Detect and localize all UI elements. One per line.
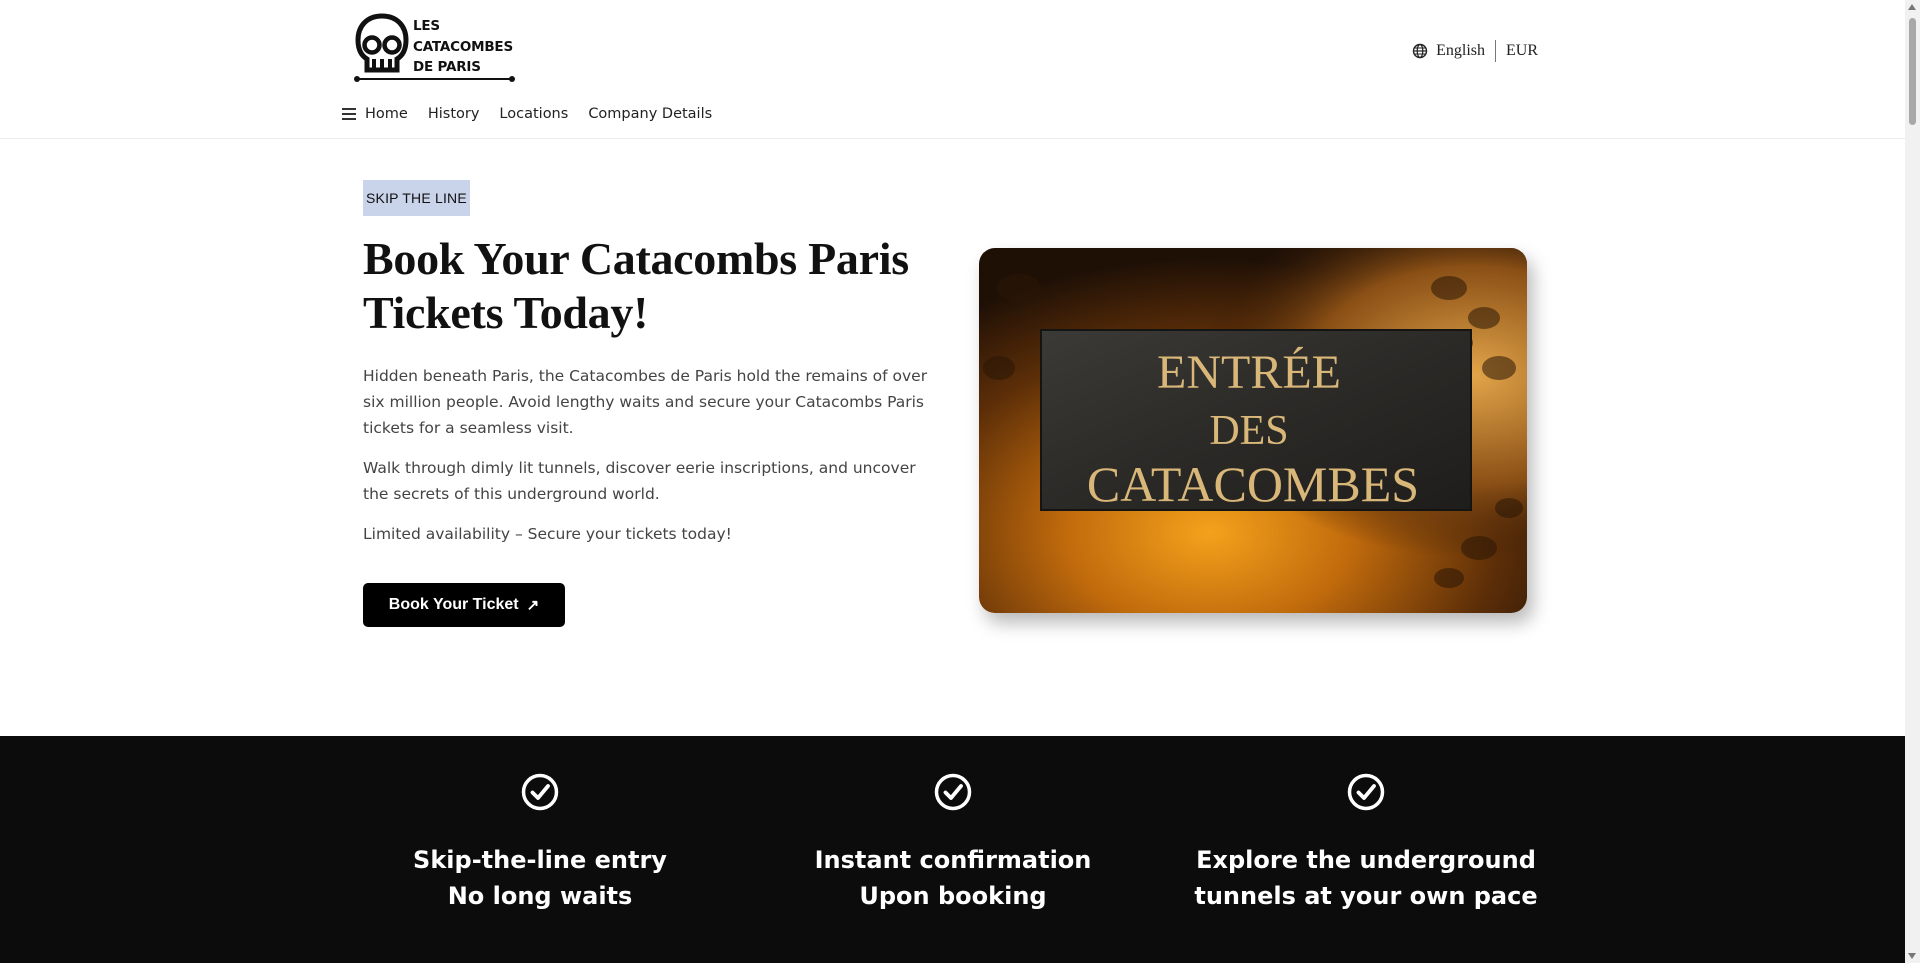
hero-title: Book Your Catacombs Paris Tickets Today!	[363, 233, 909, 338]
logo-line: DE PARIS	[413, 59, 481, 75]
feature-item: Instant confirmation Upon booking	[753, 772, 1153, 914]
locale-switcher: English EUR	[1412, 40, 1538, 62]
nav-item-locations[interactable]: Locations	[499, 106, 568, 122]
globe-icon	[1412, 43, 1428, 59]
feature-subtitle: No long waits	[447, 882, 633, 910]
hero-paragraph: Walk through dimly lit tunnels, discover…	[363, 459, 916, 503]
language-selector[interactable]: English	[1436, 42, 1485, 60]
site-header: LES CATACOMBES DE PARIS English EUR Home…	[0, 0, 1905, 139]
logo-wordmark: LES CATACOMBES DE PARIS	[413, 16, 513, 78]
nav-item-home[interactable]: Home	[365, 106, 408, 122]
feature-subtitle: tunnels at your own pace	[1194, 882, 1538, 910]
page-scrollbar[interactable]	[1905, 0, 1920, 963]
currency-selector[interactable]: EUR	[1506, 42, 1538, 60]
arrow-up-right-icon: ↗	[526, 597, 540, 614]
locale-divider	[1495, 40, 1496, 62]
feature-title: Skip-the-line entry	[413, 846, 667, 874]
sign-line: DES	[1209, 408, 1288, 454]
check-circle-icon	[934, 773, 972, 811]
sign-line: CATACOMBES	[1087, 456, 1419, 512]
features-band: Skip-the-line entry No long waits Instan…	[0, 736, 1905, 963]
logo-underline	[354, 76, 515, 82]
nav-item-company-details[interactable]: Company Details	[588, 106, 712, 122]
menu-icon[interactable]	[342, 108, 356, 120]
site-logo[interactable]: LES CATACOMBES DE PARIS	[353, 12, 518, 86]
feature-item: Explore the underground tunnels at your …	[1166, 772, 1566, 914]
scroll-down-arrow[interactable]	[1908, 953, 1916, 959]
feature-item: Skip-the-line entry No long waits	[340, 772, 740, 914]
sign-line: ENTRÉE	[1157, 346, 1341, 399]
book-ticket-label: Book Your Ticket	[388, 596, 519, 613]
feature-subtitle: Upon booking	[859, 882, 1047, 910]
main-nav: Home History Locations Company Details	[342, 106, 732, 122]
scroll-up-arrow[interactable]	[1908, 4, 1916, 10]
nav-item-history[interactable]: History	[428, 106, 480, 122]
skull-icon	[355, 13, 409, 73]
skip-the-line-badge: SKIP THE LINE	[363, 180, 470, 216]
hero-paragraph: Limited availability – Secure your ticke…	[363, 525, 732, 543]
logo-line: CATACOMBES	[413, 38, 513, 55]
scrollbar-thumb[interactable]	[1909, 18, 1916, 125]
catacombs-entrance-image: ENTRÉE DES CATACOMBES	[979, 248, 1527, 613]
check-circle-icon	[1347, 773, 1385, 811]
logo-line: LES	[413, 18, 440, 34]
feature-title: Explore the underground	[1196, 846, 1536, 874]
check-circle-icon	[521, 773, 559, 811]
book-ticket-button[interactable]: Book Your Ticket ↗	[363, 583, 565, 627]
feature-title: Instant confirmation	[814, 846, 1092, 874]
hero-paragraph: Hidden beneath Paris, the Catacombes de …	[363, 367, 928, 437]
